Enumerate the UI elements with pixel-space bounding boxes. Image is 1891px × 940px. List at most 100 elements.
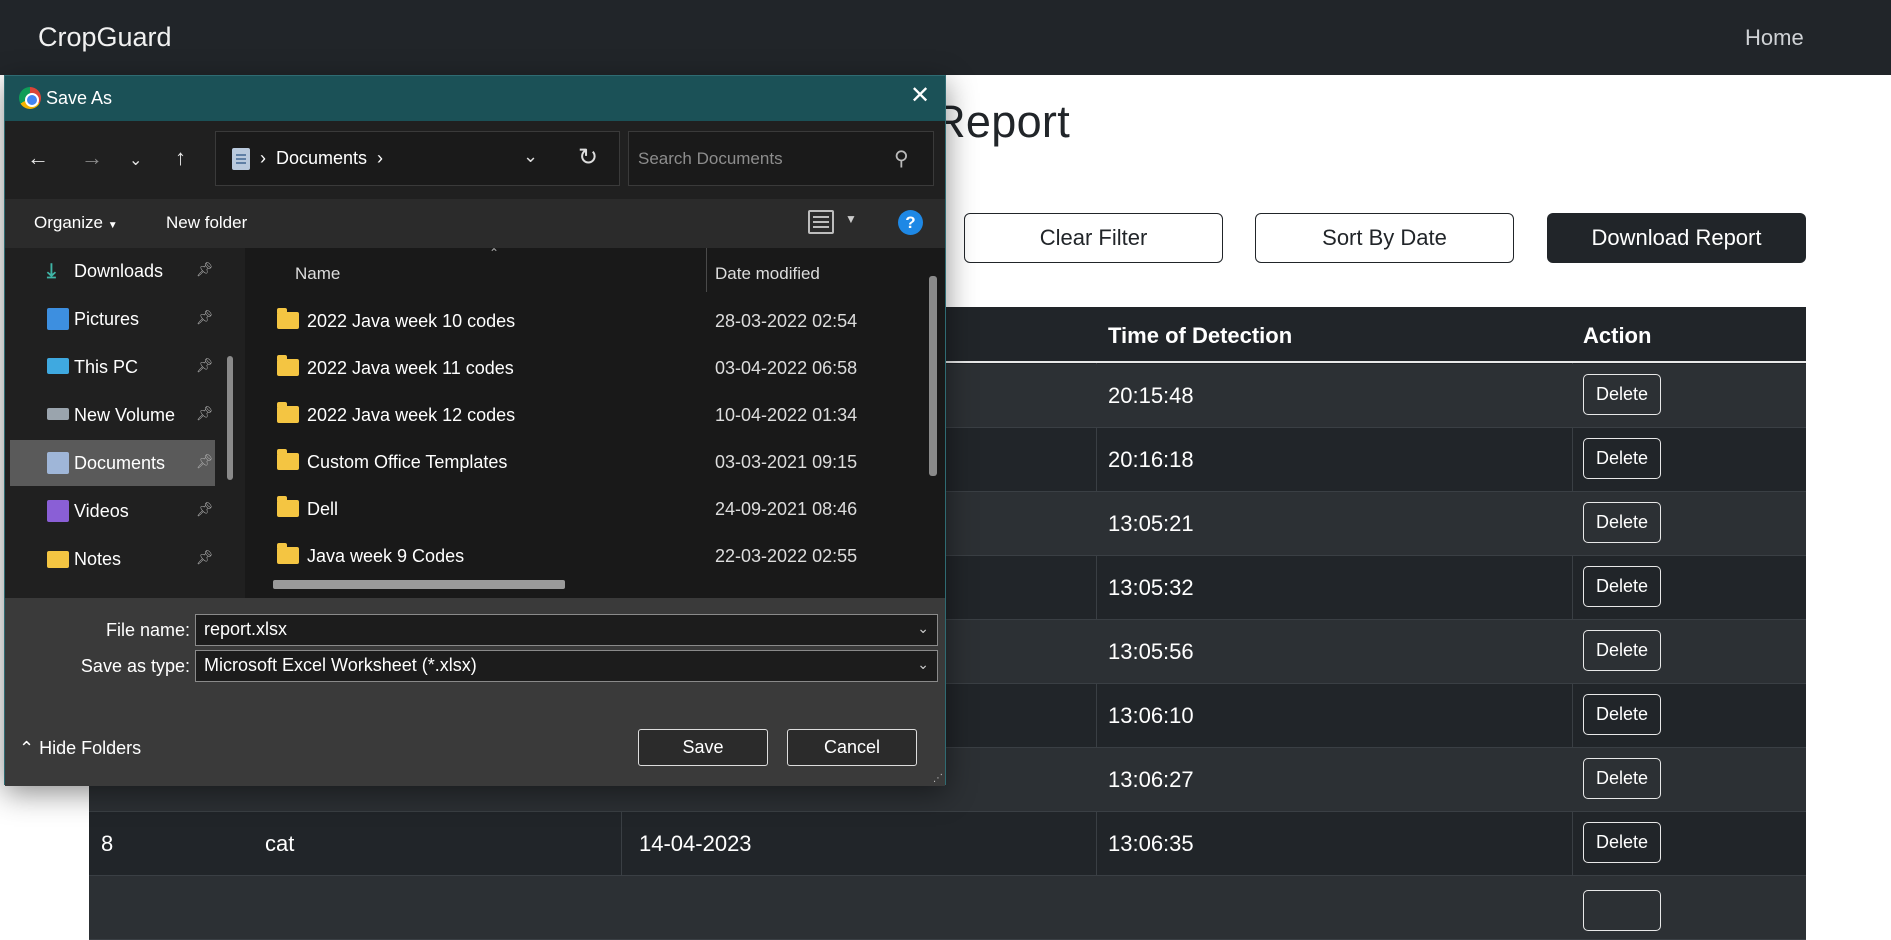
nav-pane-scrollbar[interactable] <box>227 356 233 480</box>
clear-filter-button[interactable]: Clear Filter <box>964 213 1223 263</box>
chevron-up-icon: ⌃ <box>19 738 35 758</box>
list-item[interactable]: 2022 Java week 10 codes 28-03-2022 02:54 <box>245 298 925 345</box>
pin-icon[interactable]: 📌︎ <box>196 501 214 518</box>
nav-item-new-volume[interactable]: New Volume 📌︎ <box>10 392 215 438</box>
dialog-toolbar: Organize ▼ New folder ▼ ? <box>5 199 945 248</box>
recent-locations-chevron-icon[interactable]: ⌄ <box>129 150 142 172</box>
table-row <box>89 876 1806 940</box>
forward-arrow-icon[interactable]: → <box>81 147 103 169</box>
file-date: 10-04-2022 01:34 <box>715 405 858 425</box>
download-report-button[interactable]: Download Report <box>1547 213 1806 263</box>
save-as-type-select[interactable]: Microsoft Excel Worksheet (*.xlsx) ⌄ <box>195 650 938 682</box>
pin-icon[interactable]: 📌︎ <box>196 549 214 566</box>
nav-item-label: Downloads <box>74 261 164 281</box>
list-item[interactable]: 2022 Java week 12 codes 10-04-2022 01:34 <box>245 392 925 439</box>
folder-icon <box>277 496 299 517</box>
pin-icon[interactable]: 📌︎ <box>196 309 214 326</box>
delete-button[interactable]: Delete <box>1583 502 1661 543</box>
view-options-icon[interactable] <box>808 210 834 234</box>
up-arrow-icon[interactable]: ↑ <box>175 147 186 169</box>
sort-by-date-button[interactable]: Sort By Date <box>1255 213 1514 263</box>
pin-icon[interactable]: 📌︎ <box>196 453 214 470</box>
column-separator[interactable] <box>706 248 707 292</box>
vertical-scrollbar[interactable] <box>929 276 937 476</box>
folder-icon <box>277 402 299 423</box>
file-date: 28-03-2022 02:54 <box>715 311 858 331</box>
dialog-titlebar[interactable]: Save As ✕ <box>5 76 945 121</box>
pin-icon[interactable]: 📌︎ <box>196 261 214 278</box>
delete-button[interactable]: Delete <box>1583 822 1661 863</box>
nav-item-pictures[interactable]: Pictures 📌︎ <box>10 296 215 342</box>
organize-menu[interactable]: Organize ▼ <box>34 213 118 233</box>
delete-button[interactable]: Delete <box>1583 694 1661 735</box>
chevron-down-icon[interactable]: ⌄ <box>917 656 929 673</box>
close-icon[interactable]: ✕ <box>910 84 930 108</box>
delete-button[interactable]: Delete <box>1583 566 1661 607</box>
navigation-pane: ⤓ Downloads 📌︎ Pictures 📌︎ This PC 📌︎ Ne… <box>5 248 235 598</box>
delete-button[interactable] <box>1583 890 1661 931</box>
nav-item-label: Pictures <box>74 309 140 329</box>
table-row: 8 cat 14-04-2023 13:06:35 Delete <box>89 812 1806 876</box>
search-icon: ⚲ <box>894 148 909 170</box>
download-icon: ⤓ <box>47 260 56 282</box>
delete-button[interactable]: Delete <box>1583 630 1661 671</box>
name-cell: cat <box>265 831 295 856</box>
documents-icon <box>232 148 250 170</box>
search-input[interactable]: Search Documents ⚲ <box>628 131 934 186</box>
new-folder-button[interactable]: New folder <box>166 213 247 233</box>
file-name: 2022 Java week 10 codes <box>307 311 516 331</box>
list-item[interactable]: Custom Office Templates 03-03-2021 09:15 <box>245 439 925 486</box>
delete-button[interactable]: Delete <box>1583 758 1661 799</box>
list-item[interactable]: 2022 Java week 11 codes 03-04-2022 06:58 <box>245 345 925 392</box>
sort-ascending-icon: ⌃ <box>489 248 500 260</box>
refresh-icon[interactable]: ↻ <box>578 143 598 172</box>
nav-item-this-pc[interactable]: This PC 📌︎ <box>10 344 215 390</box>
chevron-down-icon[interactable]: ⌄ <box>523 146 538 167</box>
address-bar[interactable]: › Documents › ⌄ ↻ <box>215 131 620 186</box>
list-item[interactable]: Dell 24-09-2021 08:46 <box>245 486 925 533</box>
pin-icon[interactable]: 📌︎ <box>196 357 214 374</box>
nav-home-link[interactable]: Home <box>1745 25 1804 51</box>
nav-item-videos[interactable]: Videos 📌︎ <box>10 488 215 534</box>
nav-item-notes[interactable]: Notes 📌︎ <box>10 536 215 582</box>
file-date: 24-09-2021 08:46 <box>715 499 858 519</box>
hide-folders-toggle[interactable]: ⌃ Hide Folders <box>19 738 141 759</box>
column-header-name[interactable]: Name <box>295 264 340 284</box>
pictures-icon <box>47 308 69 330</box>
nav-item-downloads[interactable]: ⤓ Downloads 📌︎ <box>10 248 215 294</box>
column-header-date-modified[interactable]: Date modified <box>715 264 820 284</box>
caret-down-icon[interactable]: ▼ <box>845 212 857 226</box>
drive-icon <box>47 408 69 420</box>
resize-grip-icon[interactable]: ⋰ <box>933 773 943 784</box>
time-cell: 13:05:21 <box>1108 511 1194 536</box>
list-item[interactable]: Java week 9 Codes 22-03-2022 02:55 <box>245 533 925 580</box>
file-date: 03-03-2021 09:15 <box>715 452 858 472</box>
pin-icon[interactable]: 📌︎ <box>196 405 214 422</box>
folder-icon <box>277 543 299 564</box>
header-action: Action <box>1583 323 1652 348</box>
file-name: 2022 Java week 11 codes <box>307 358 514 378</box>
date-cell: 14-04-2023 <box>639 831 752 856</box>
file-name-field[interactable]: report.xlsx ⌄ <box>195 614 938 646</box>
videos-icon <box>47 500 69 522</box>
nav-item-label: Documents <box>74 453 166 473</box>
back-arrow-icon[interactable]: ← <box>27 147 49 169</box>
explorer-navigation-bar: ← → ⌄ ↑ › Documents › ⌄ ↻ Search Documen… <box>5 121 945 199</box>
time-cell: 20:15:48 <box>1108 383 1194 408</box>
horizontal-scrollbar[interactable] <box>273 580 565 589</box>
dialog-title: Save As <box>46 88 113 108</box>
nav-item-documents[interactable]: Documents 📌︎ <box>10 440 215 486</box>
dialog-footer: File name: report.xlsx ⌄ Save as type: M… <box>5 598 945 786</box>
brand-logo[interactable]: CropGuard <box>38 22 172 53</box>
header-time-of-detection: Time of Detection <box>1108 323 1293 348</box>
time-cell: 13:06:10 <box>1108 703 1194 728</box>
documents-icon <box>47 452 69 474</box>
delete-button[interactable]: Delete <box>1583 438 1661 479</box>
delete-button[interactable]: Delete <box>1583 374 1661 415</box>
save-button[interactable]: Save <box>638 729 768 766</box>
time-cell: 13:06:27 <box>1108 767 1194 792</box>
help-icon[interactable]: ? <box>898 210 923 235</box>
breadcrumb[interactable]: › Documents › <box>260 148 383 169</box>
cancel-button[interactable]: Cancel <box>787 729 917 766</box>
chevron-down-icon[interactable]: ⌄ <box>917 620 929 637</box>
